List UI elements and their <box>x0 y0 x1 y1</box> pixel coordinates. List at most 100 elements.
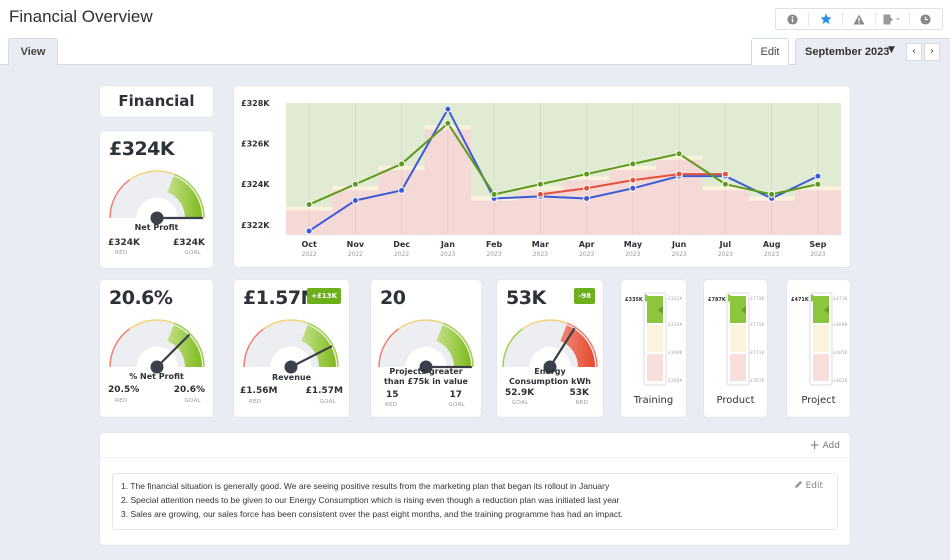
kpi-value: 53K <box>506 287 546 309</box>
kpi-revenue[interactable]: £1.57M +£13K Revenue £1.56M RED £1.57M G… <box>234 280 349 417</box>
tick-label: £312K <box>668 323 683 328</box>
data-point-forecast <box>583 184 591 192</box>
data-point-goal <box>351 180 359 188</box>
data-point-forecast <box>629 176 637 184</box>
edit-note-button[interactable]: Edit <box>794 480 823 491</box>
period-label[interactable]: September 2023 <box>805 46 889 58</box>
favorite-button[interactable] <box>809 12 843 26</box>
clock-icon <box>920 13 931 25</box>
y-tick-label: £328K <box>241 99 270 108</box>
tick-label: £767K <box>750 379 765 384</box>
x-tick-year: 2023 <box>718 251 733 258</box>
x-tick-label: Oct <box>301 240 317 249</box>
plus-icon: + <box>809 438 820 452</box>
note-line: 1. The financial situation is generally … <box>121 481 610 491</box>
data-point-goal <box>768 190 776 198</box>
tick-label: £306K <box>668 379 683 384</box>
bullet-svg <box>726 292 750 386</box>
next-period-button[interactable]: › <box>924 43 940 61</box>
y-tick-label: £326K <box>241 140 270 149</box>
x-tick-label: May <box>624 240 643 249</box>
notes-panel: + Add 1. The financial situation is gene… <box>100 433 850 545</box>
x-tick-year: 2022 <box>394 251 409 258</box>
x-tick-year: 2023 <box>533 251 548 258</box>
bullet-project[interactable]: £471K £471K £469K £465K £462K Project <box>787 280 850 417</box>
data-point-actual <box>583 194 591 202</box>
x-tick-label: Feb <box>486 240 503 249</box>
gauge-label: Revenue <box>271 373 312 382</box>
chevron-left-icon: ‹ <box>912 46 916 57</box>
pencil-icon <box>794 480 802 489</box>
change-badge: +£13K <box>307 288 341 304</box>
trend-chart-svg: £322K £324K £326K £328K Oct 2022 Nov 2022 Dec 202… <box>241 99 841 258</box>
red-label: RED <box>249 399 262 405</box>
x-tick-year: 2023 <box>486 251 501 258</box>
bullet-svg <box>809 292 833 386</box>
data-point-goal <box>536 180 544 188</box>
red-value: £1.56M <box>240 386 278 396</box>
data-point-actual <box>351 196 359 204</box>
x-tick-label: Jan <box>440 240 455 249</box>
red-label: RED <box>115 398 128 404</box>
gauge <box>109 170 205 225</box>
data-point-actual <box>305 227 313 235</box>
star-icon <box>820 13 832 24</box>
data-point-forecast <box>536 190 544 198</box>
tick-label: £462K <box>833 379 848 384</box>
data-point-goal <box>721 180 729 188</box>
x-tick-year: 2022 <box>348 251 363 258</box>
edit-label: Edit <box>805 481 823 491</box>
bullet-yellow-range <box>647 325 663 352</box>
tab-edit[interactable]: Edit <box>751 38 789 65</box>
bullet-bar <box>643 292 667 386</box>
export-button[interactable] <box>876 12 910 26</box>
bullet-name: Product <box>716 395 755 406</box>
bullet-svg <box>643 292 667 386</box>
x-tick-year: 2022 <box>301 251 316 258</box>
x-tick-label: Nov <box>347 240 365 249</box>
kpi-value: 20 <box>380 287 406 309</box>
bullet-yellow-range <box>813 325 829 352</box>
current-value: £787K <box>708 297 726 303</box>
bullet-product[interactable]: £787K £779K £775K £771K £767K Product <box>704 280 767 417</box>
gauge <box>109 319 205 374</box>
bullet-name: Training <box>633 395 674 406</box>
kpi-net-profit[interactable]: £324K Net Profit £324K RED £324K GOAL <box>100 131 213 268</box>
notes-box: 1. The financial situation is generally … <box>112 473 838 530</box>
prev-period-button[interactable]: ‹ <box>906 43 922 61</box>
kpi-pct-net-profit[interactable]: 20.6% % Net Profit 20.5% RED 20.6% GOAL <box>100 280 213 417</box>
gauge-label: Net Profit <box>134 223 179 232</box>
alert-button[interactable] <box>843 12 877 26</box>
info-icon <box>787 13 798 25</box>
tick-label: £471K <box>833 297 848 302</box>
goal-value: £324K <box>172 238 205 248</box>
data-point-goal <box>675 150 683 158</box>
bullet-name: Project <box>801 395 836 406</box>
goal-value: £1.57M <box>305 386 343 396</box>
gauge <box>243 319 339 374</box>
data-point-goal <box>305 201 313 209</box>
bullet-training[interactable]: £335K £312K £312K £309K £306K Training <box>621 280 686 417</box>
kpi-energy-consumption[interactable]: 53K -98 Energy Consumption kWh 52.9K GOA… <box>497 280 603 417</box>
kpi-projects[interactable]: 20 Projects greater than £75k in value 1… <box>371 280 481 417</box>
add-note-button[interactable]: + Add <box>810 438 840 452</box>
section-title: Financial <box>118 92 195 110</box>
tab-view[interactable]: View <box>8 38 58 66</box>
x-tick-label: Sep <box>809 240 826 249</box>
history-button[interactable] <box>910 12 942 26</box>
info-button[interactable] <box>776 12 810 26</box>
period-selector[interactable]: September 2023 ▼ ‹ › <box>795 38 950 65</box>
caret-down-icon[interactable]: ▼ <box>888 45 895 55</box>
bullet-bar <box>809 292 833 386</box>
red-value: 53K <box>569 388 590 398</box>
x-tick-year: 2023 <box>440 251 455 258</box>
toolbar <box>775 8 943 30</box>
x-tick-label: Jul <box>719 240 732 249</box>
gauge-label: Projects greater than £75k in value <box>384 367 468 386</box>
x-tick-year: 2023 <box>810 251 825 258</box>
data-point-goal <box>490 190 498 198</box>
tick-label: £465K <box>833 351 848 356</box>
tick-label: £775K <box>750 323 765 328</box>
goal-label: GOAL <box>319 399 336 405</box>
kpi-value: £324K <box>109 138 175 160</box>
